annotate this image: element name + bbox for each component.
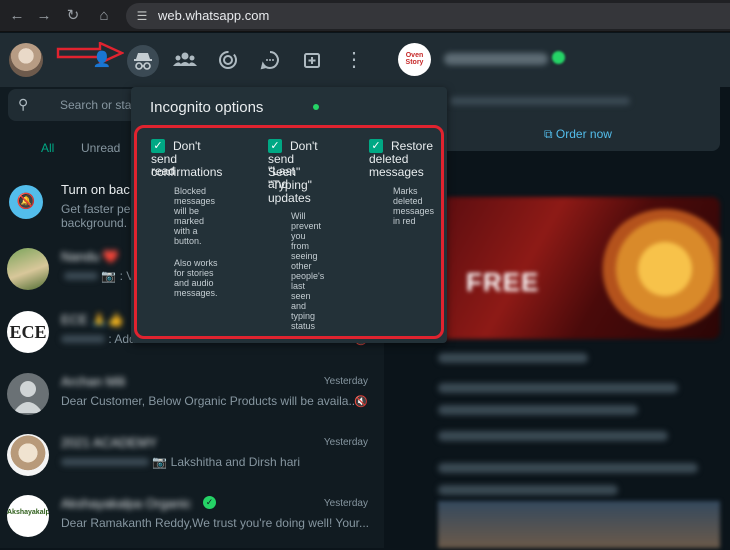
option-label: Restore [391,139,434,153]
chat-avatar [7,434,49,476]
filter-unread[interactable]: Unread [81,141,120,155]
banner-subtitle-2: background. [61,216,128,230]
option-label: updates [268,191,311,205]
promo-image[interactable]: FREE [438,197,720,339]
option-label: Don't [290,139,318,153]
chat-preview: 📷 Lakshitha and Dirsh hari [61,455,300,469]
checkbox-restore-deleted[interactable]: ✓ [369,139,383,153]
chat-avatar: ECE [7,311,49,353]
option-description: Marks deleted messages in red [393,186,435,226]
store-logo: Oven Story [398,43,431,76]
address-bar[interactable]: ☰ web.whatsapp.com [126,3,730,29]
chat-time: Yesterday [323,437,368,448]
promo-text: FREE [466,267,540,297]
chat-title: Nandu ❤️ [61,249,120,264]
verified-icon: ✓ [203,496,216,509]
communities-icon[interactable] [171,46,199,74]
option-description: Will prevent you from seeing other peopl… [291,211,325,331]
home-icon[interactable]: ⌂ [95,7,113,25]
chat-preview: Dear Ramakanth Reddy,We trust you're doi… [61,516,370,530]
banner-subtitle: Get faster per [61,202,135,216]
new-chat-icon[interactable]: 👤 [88,46,116,74]
message-card: ⧉ Order now [438,87,720,151]
chat-item[interactable]: 2021 ACADEMY Yesterday 📷 Lakshitha and D… [0,427,384,489]
external-link-icon: ⧉ [544,127,553,141]
chat-avatar [7,373,49,415]
search-icon: ⚲ [18,96,29,112]
bell-off-icon: 🔕 [9,185,43,219]
status-dot [313,104,319,110]
order-now-link[interactable]: ⧉ Order now [544,127,612,142]
verified-icon [552,51,565,64]
browser-toolbar: ← → ↻ ⌂ ☰ web.whatsapp.com [0,0,730,32]
incognito-icon[interactable] [127,45,159,77]
chat-item[interactable]: Archan Mili Yesterday Dear Customer, Bel… [0,366,384,428]
popup-title: Incognito options [150,99,264,116]
option-label: Don't [173,139,201,153]
chat-avatar: Akshayakalpa [7,495,49,537]
site-settings-icon[interactable]: ☰ [135,9,149,23]
chat-item[interactable]: Akshayakalpa Akshayakalpa Organic ✓ Yest… [0,488,384,550]
image-preview [438,501,720,548]
chat-time: Yesterday [323,376,368,387]
chat-avatar [7,248,49,290]
back-icon[interactable]: ← [8,7,26,25]
option-description: Blocked messages will be marked with a b… [174,186,218,298]
forward-icon[interactable]: → [35,7,53,25]
chat-title: ECE 🙏👍 [61,312,124,327]
incognito-options-popup: Incognito options ✓ Don't send read conf… [131,87,447,343]
mute-icon: 🔇 [354,396,368,408]
chat-title: 2021 ACADEMY [61,435,158,450]
checkbox-read-receipts[interactable]: ✓ [151,139,165,153]
option-label: "Typing" [268,178,312,192]
camera-icon: 📷 [152,455,168,469]
option-label: confirmations [151,165,223,179]
chat-preview: 📷 : Ve [64,269,140,283]
reload-icon[interactable]: ↻ [64,7,82,25]
option-label: messages [369,165,424,179]
chat-title: Akshayakalpa Organic [61,496,192,511]
sidebar-header: 👤 ⋮ [0,33,384,87]
search-placeholder: Search or sta [60,98,132,112]
new-group-icon[interactable] [298,46,326,74]
conversation-header[interactable]: Oven Story [384,33,730,87]
chat-title: Archan Mili [61,374,126,389]
channels-icon[interactable] [256,46,284,74]
status-icon[interactable] [214,46,242,74]
banner-title: Turn on bac [61,182,130,197]
contact-name [444,53,548,65]
checkbox-last-seen[interactable]: ✓ [268,139,282,153]
option-label: deleted [369,152,409,166]
chat-preview: Dear Customer, Below Organic Products wi… [61,394,359,408]
menu-icon[interactable]: ⋮ [340,46,368,74]
filter-all[interactable]: All [41,141,54,155]
chat-time: Yesterday [323,498,368,509]
profile-avatar[interactable] [9,43,43,77]
camera-icon: 📷 [101,269,117,283]
url-text[interactable]: web.whatsapp.com [158,8,269,23]
